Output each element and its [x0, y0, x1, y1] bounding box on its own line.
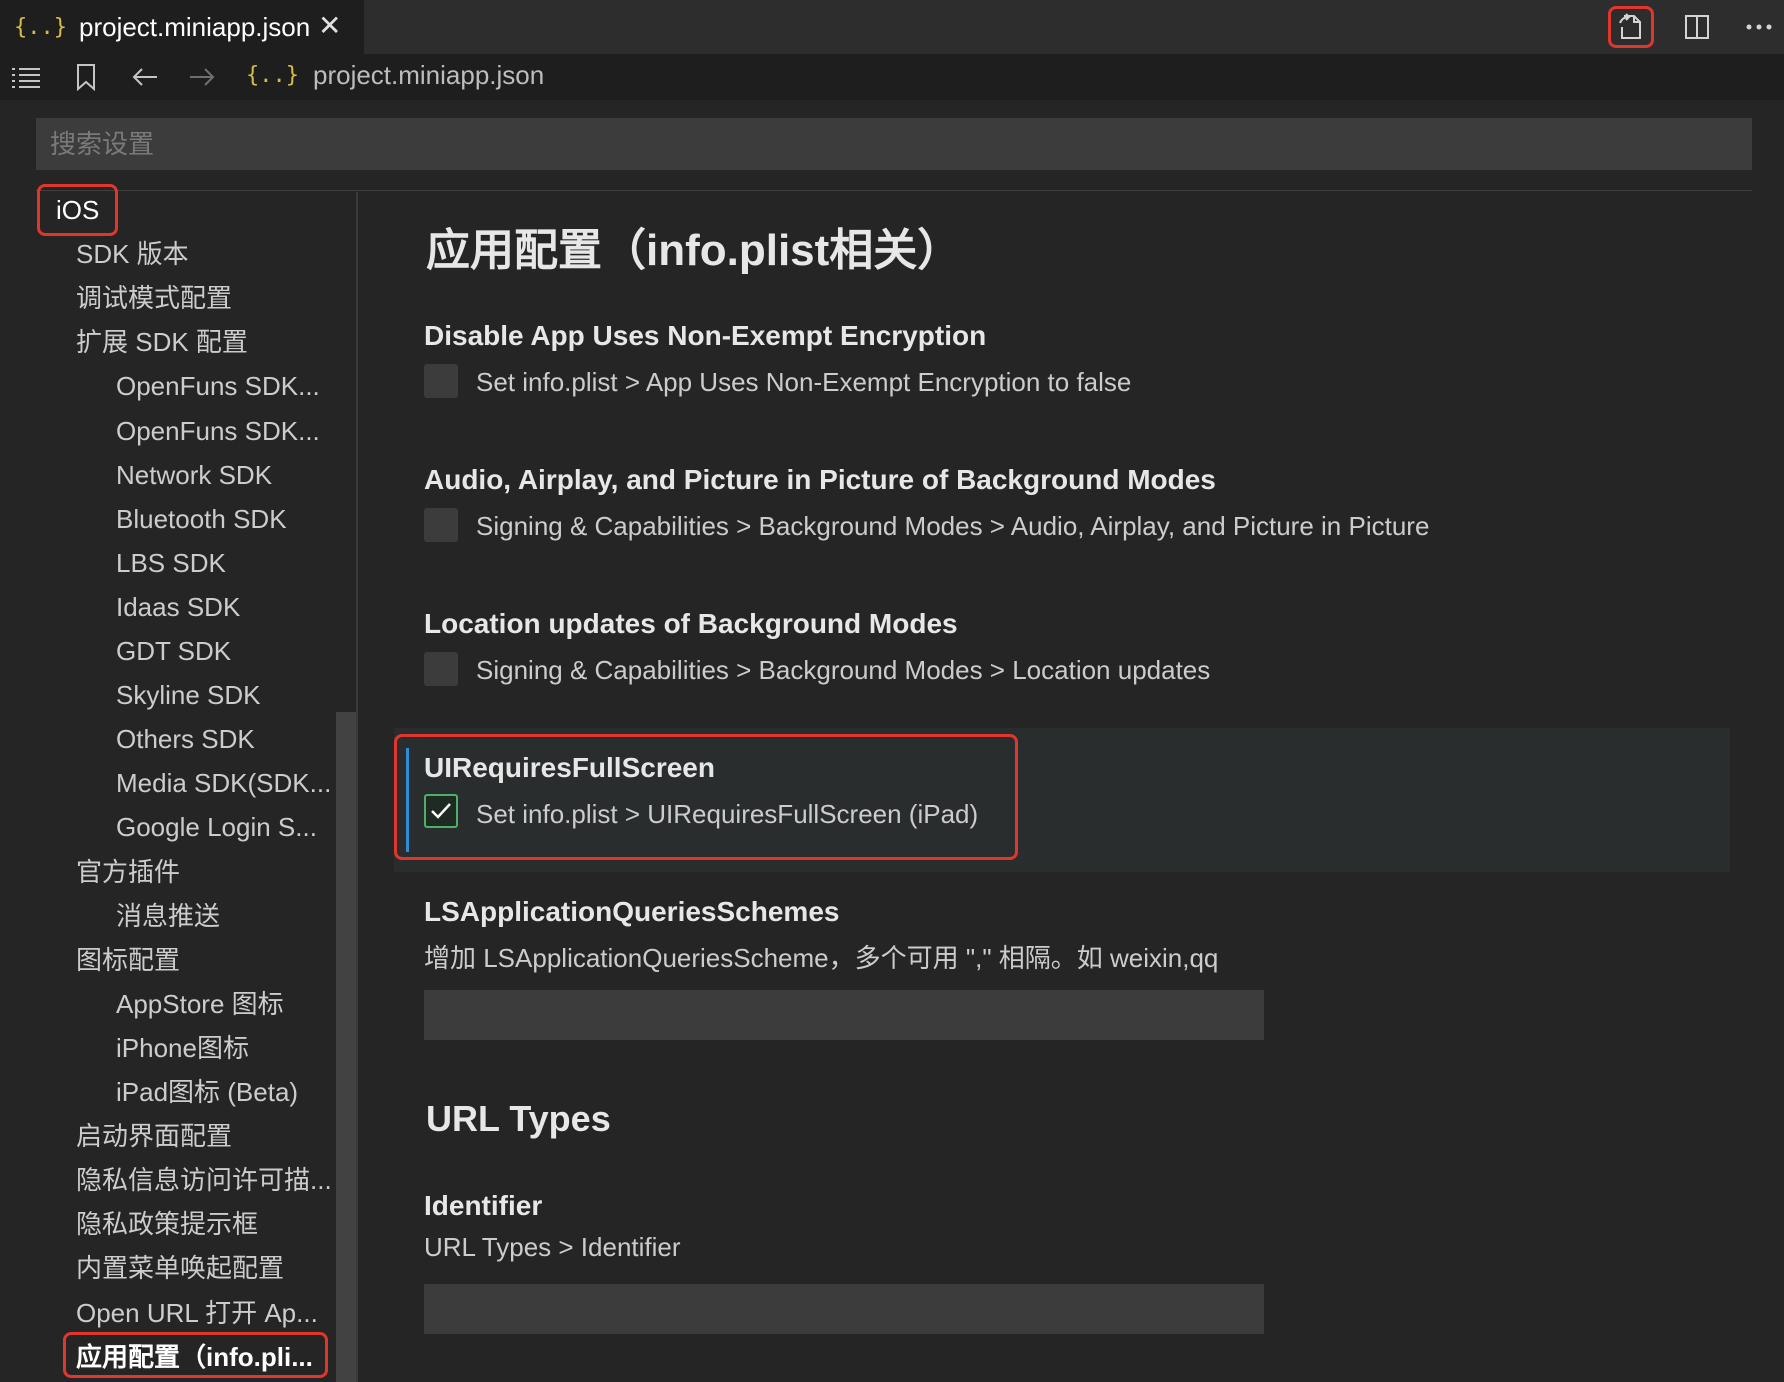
more-actions-button[interactable]: [1736, 6, 1782, 48]
highlight-active-item: [63, 1332, 328, 1378]
setting-title: LSApplicationQueriesSchemes: [424, 896, 840, 927]
section-title: URL Types: [426, 1098, 611, 1139]
tab-bar: {..} project.miniapp.json ✕: [0, 0, 1784, 54]
toc-item[interactable]: iPhone图标: [116, 1028, 249, 1068]
toc-item[interactable]: 扩展 SDK 配置: [76, 322, 248, 362]
toc-item[interactable]: 内置菜单唤起配置: [76, 1248, 284, 1288]
setting-checkbox[interactable]: [424, 364, 458, 398]
toc-item[interactable]: Google Login S...: [116, 807, 317, 847]
setting-description: URL Types > Identifier: [424, 1232, 681, 1262]
toc-item[interactable]: 隐私政策提示框: [76, 1204, 258, 1244]
identifier-input[interactable]: [424, 1284, 1264, 1334]
settings-editor: 应用配置（info.plist相关） Disable App Uses Non-…: [358, 192, 1784, 1382]
toc-item[interactable]: Network SDK: [116, 455, 272, 495]
highlight-ios: [37, 184, 118, 236]
ellipsis-icon: [1746, 24, 1772, 30]
setting-checkbox[interactable]: [424, 652, 458, 686]
toc-item[interactable]: SDK 版本: [76, 234, 189, 274]
arrow-left-icon: [132, 68, 157, 86]
editor-tab[interactable]: {..} project.miniapp.json ✕: [0, 0, 364, 54]
setting-checkbox[interactable]: [424, 508, 458, 542]
close-icon[interactable]: ✕: [318, 9, 341, 42]
toc-item[interactable]: AppStore 图标: [116, 984, 284, 1024]
toc-item[interactable]: Idaas SDK: [116, 587, 240, 627]
toc-item[interactable]: 图标配置: [76, 940, 180, 980]
breadcrumb-file-name: project.miniapp.json: [312, 60, 545, 90]
ls-schemes-input[interactable]: [424, 990, 1264, 1040]
toc-item[interactable]: Others SDK: [116, 719, 255, 759]
outline-button[interactable]: [9, 62, 43, 92]
forward-button[interactable]: [185, 62, 219, 92]
toc-item[interactable]: Open URL 打开 Ap...: [76, 1293, 318, 1333]
toc-item[interactable]: Media SDK(SDK...: [116, 763, 331, 803]
search-settings-input[interactable]: [36, 118, 1752, 170]
json-file-icon: {..}: [14, 14, 67, 40]
settings-toc: iOS SDK 版本 调试模式配置 扩展 SDK 配置 OpenFuns SDK... O…: [0, 184, 358, 1382]
open-settings-json-button[interactable]: [1608, 6, 1654, 48]
setting-description: Signing & Capabilities > Background Mode…: [476, 511, 1430, 541]
back-button[interactable]: [128, 62, 162, 92]
toc-item[interactable]: OpenFuns SDK...: [116, 411, 320, 451]
breadcrumb-file[interactable]: {..} project.miniapp.json: [246, 60, 544, 91]
setting-title: Audio, Airplay, and Picture in Picture o…: [424, 464, 1216, 495]
breadcrumb-bar: {..} project.miniapp.json: [0, 54, 1784, 100]
arrow-right-icon: [190, 68, 215, 86]
setting-title: Disable App Uses Non-Exempt Encryption: [424, 320, 987, 351]
toc-item[interactable]: Bluetooth SDK: [116, 499, 287, 539]
divider: [36, 190, 1752, 191]
setting-description: Set info.plist > App Uses Non-Exempt Enc…: [476, 367, 1132, 397]
toc-item[interactable]: 官方插件: [76, 852, 180, 892]
tab-title: project.miniapp.json: [78, 11, 311, 42]
toc-item[interactable]: 消息推送: [116, 896, 220, 936]
setting-description: Signing & Capabilities > Background Mode…: [476, 655, 1211, 685]
toc-item[interactable]: 启动界面配置: [76, 1116, 232, 1156]
list-icon: [12, 68, 40, 88]
page-title: 应用配置（info.plist相关）: [426, 226, 962, 275]
toc-item[interactable]: 调试模式配置: [76, 278, 232, 318]
setting-title: Identifier: [424, 1190, 543, 1221]
split-editor-icon: [1685, 15, 1709, 39]
json-file-icon: {..}: [246, 63, 299, 88]
toc-item[interactable]: iPad图标 (Beta): [116, 1072, 298, 1112]
bookmark-button[interactable]: [69, 62, 103, 92]
toc-item[interactable]: OpenFuns SDK...: [116, 366, 320, 406]
toc-item[interactable]: GDT SDK: [116, 631, 231, 671]
toc-item[interactable]: 隐私信息访问许可描...: [76, 1160, 332, 1200]
setting-title: Location updates of Background Modes: [424, 608, 958, 639]
setting-description: 增加 LSApplicationQueriesScheme，多个可用 "," 相…: [424, 943, 1219, 973]
split-editor-button[interactable]: [1674, 6, 1720, 48]
bookmark-icon: [77, 64, 95, 91]
open-file-icon: [1619, 13, 1641, 39]
toc-item[interactable]: Skyline SDK: [116, 675, 261, 715]
search-area: [0, 100, 1784, 192]
highlight-fullscreen-setting: [394, 734, 1018, 860]
toc-scrollbar[interactable]: [336, 712, 356, 1382]
toc-item[interactable]: LBS SDK: [116, 543, 226, 583]
